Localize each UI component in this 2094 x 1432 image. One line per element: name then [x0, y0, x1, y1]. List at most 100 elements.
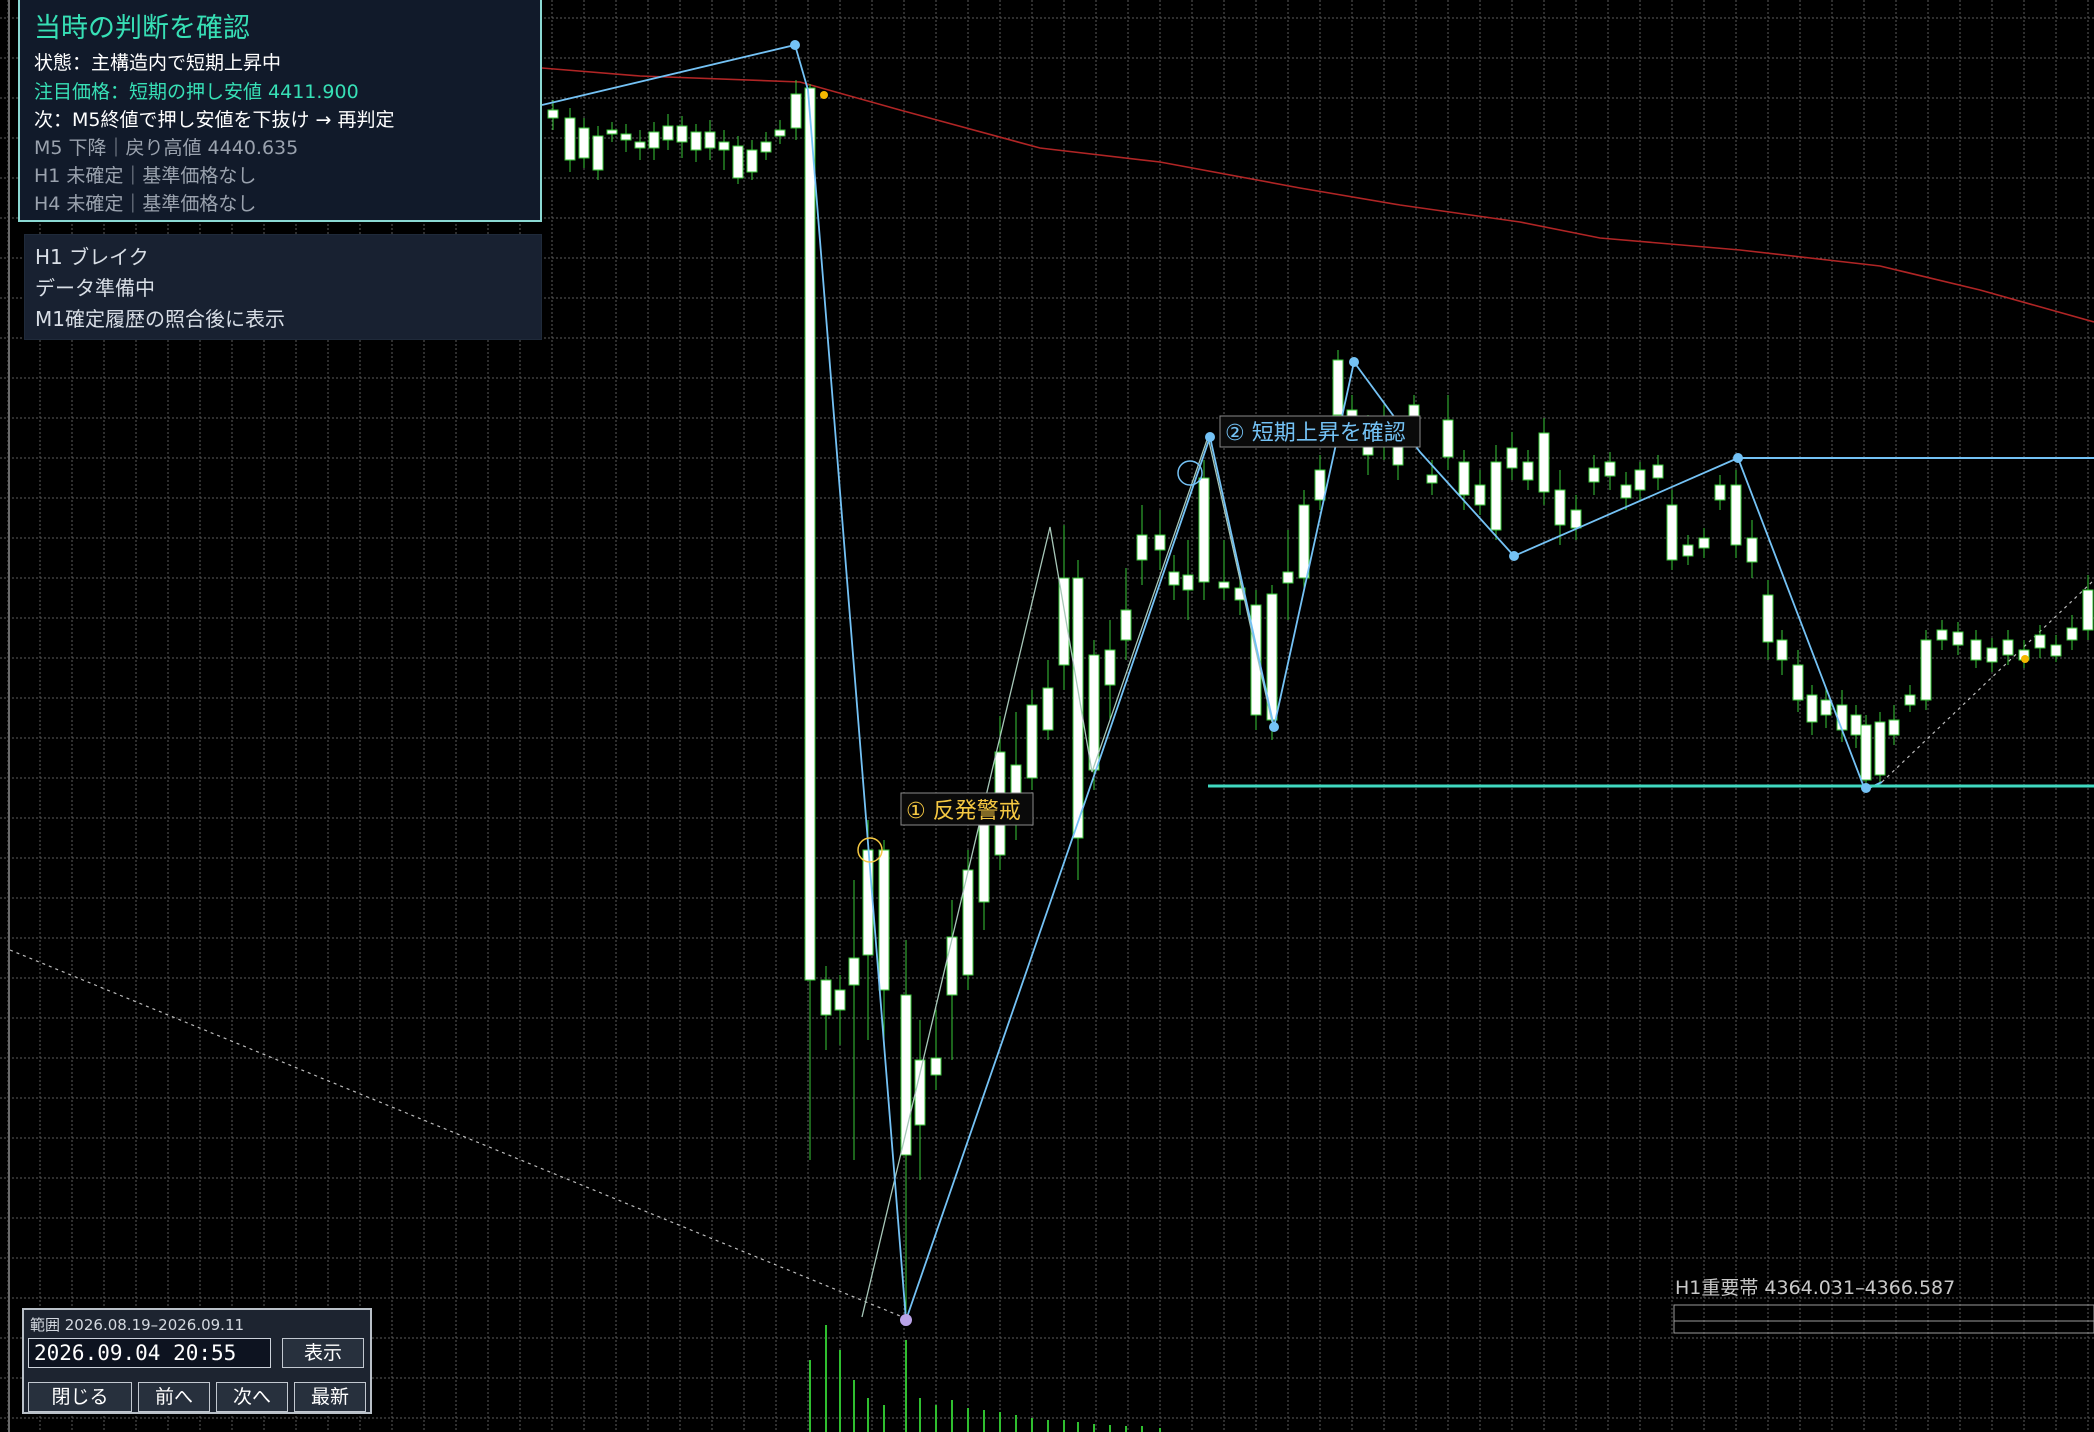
candle-body-down	[760, 141, 772, 153]
candle-body-down	[1026, 704, 1038, 779]
candle-body-down	[648, 131, 660, 149]
candle-body-down	[634, 141, 646, 149]
candle-body-down	[1820, 699, 1832, 716]
candle-body-down	[592, 135, 604, 171]
candle-body-down	[1776, 639, 1788, 661]
candle-body-down	[834, 989, 846, 1011]
candle-body-down	[1652, 464, 1664, 479]
swing-low-marker	[1269, 722, 1279, 732]
range-text: 範囲 2026.08.19–2026.09.11	[30, 1316, 245, 1334]
candle-body-down	[1182, 574, 1194, 591]
swing-high-marker	[790, 40, 800, 50]
candle-body-down	[1986, 647, 1998, 663]
candle-body-down	[1850, 714, 1862, 736]
candle-body-down	[1904, 694, 1916, 706]
candle-body-down	[547, 109, 559, 119]
candle-body-down	[1168, 571, 1180, 586]
candle-body-down	[1104, 649, 1116, 686]
next-button[interactable]: 次へ	[216, 1382, 288, 1412]
candle-body-down	[620, 133, 632, 141]
candle-body-down	[1762, 594, 1774, 643]
candle-body-down	[1952, 631, 1964, 646]
latest-button[interactable]: 最新	[294, 1382, 366, 1412]
close-button[interactable]: 閉じる	[28, 1382, 132, 1412]
candle-body-down	[564, 117, 576, 161]
status-next-text: 次：M5終値で押し安値を下抜け → 再判定	[34, 109, 395, 131]
candle-body-down	[848, 957, 860, 986]
status-panel: 当時の判断を確認 状態：主構造内で短期上昇中 注目価格：短期の押し安値 4411…	[18, 0, 542, 222]
h1-break-panel: H1 ブレイク データ準備中 M1確定履歴の照合後に表示	[24, 234, 542, 340]
candle-body-down	[1120, 609, 1132, 641]
signal-dot	[820, 91, 828, 99]
candle-body-down	[1836, 704, 1848, 731]
status-m5-text: M5 下降｜戻り高値 4440.635	[34, 137, 299, 159]
candle-body-down	[1620, 484, 1632, 499]
candle-body-down	[1506, 447, 1518, 469]
status-state-text: 状態：主構造内で短期上昇中	[34, 52, 282, 74]
important-zone-label: H1重要帯 4364.031–4366.587	[1675, 1277, 1955, 1299]
candle-body-down	[1474, 484, 1486, 506]
status-h1-text: H1 未確定｜基準価格なし	[34, 165, 257, 187]
candle-body-down	[704, 131, 716, 149]
candle-body-down	[1426, 474, 1438, 484]
swing-high-marker	[1349, 357, 1359, 367]
swing-high-marker	[1733, 453, 1743, 463]
candle-body-down	[578, 127, 590, 159]
status-h4-text: H4 未確定｜基準価格なし	[34, 193, 257, 215]
candle-body-down	[1154, 534, 1166, 551]
candle-body-down	[732, 145, 744, 179]
candle-body-down	[1666, 504, 1678, 561]
datetime-input[interactable]: 2026.09.04 20:55	[28, 1338, 271, 1368]
break-panel-title: H1 ブレイク	[35, 245, 149, 269]
candle-body-down	[690, 131, 702, 151]
candle-body-down	[1634, 469, 1646, 491]
candle-body-down	[2034, 634, 2046, 649]
candle-body-down	[946, 936, 958, 996]
candle-body-down	[1570, 509, 1582, 529]
candle-body-down	[1088, 654, 1100, 771]
candle-body-down	[1538, 432, 1550, 493]
show-button[interactable]: 表示	[282, 1338, 364, 1368]
candle-body-down	[1332, 359, 1344, 416]
break-panel-line1: データ準備中	[35, 276, 155, 300]
candle-body-down	[718, 141, 730, 151]
candle-body-down	[774, 129, 786, 137]
swing-low-marker	[900, 1314, 912, 1326]
prev-button[interactable]: 前へ	[138, 1382, 210, 1412]
candle-body-down	[1792, 664, 1804, 701]
candle-body-down	[1604, 461, 1616, 477]
candle-body-down	[1554, 489, 1566, 526]
candle-body-down	[1588, 467, 1600, 483]
swing-low-marker	[1861, 783, 1871, 793]
candle-body-down	[2002, 639, 2014, 656]
history-navigation-panel: 範囲 2026.08.19–2026.09.11 2026.09.04 20:5…	[22, 1308, 372, 1414]
candle-body-down	[914, 1059, 926, 1126]
swing-low-marker	[1509, 551, 1519, 561]
candle-body-down	[1698, 537, 1710, 549]
candle-body-down	[1522, 461, 1534, 481]
candle-body-down	[1218, 581, 1230, 589]
candle-body-down	[978, 819, 990, 903]
candle-body-down	[820, 979, 832, 1016]
candle-body-down	[662, 125, 674, 141]
candle-body-down	[606, 129, 618, 135]
signal-dot	[2021, 655, 2029, 663]
candle-body-down	[746, 149, 758, 173]
candle-body-down	[2082, 589, 2094, 631]
candle-body-down	[2050, 644, 2062, 657]
candle-body-down	[1136, 534, 1148, 561]
candle-body-down	[1888, 719, 1900, 736]
break-panel-line2: M1確定履歴の照合後に表示	[35, 307, 285, 331]
candle-body-down	[1874, 721, 1886, 776]
candle-body-down	[1746, 537, 1758, 563]
candle-body-down	[878, 849, 890, 991]
candle-body-down	[1314, 469, 1326, 501]
swing-high-marker	[1205, 432, 1215, 442]
status-panel-title: 当時の判断を確認	[34, 13, 250, 44]
label-1-text: ① 反発警戒	[906, 799, 1021, 824]
candle-body-down	[790, 93, 802, 129]
candle-body-down	[676, 125, 688, 143]
label-2-text: ② 短期上昇を確認	[1225, 421, 1406, 446]
candle-body-down	[2066, 627, 2078, 641]
status-focus-price-text: 注目価格：短期の押し安値 4411.900	[34, 81, 359, 103]
